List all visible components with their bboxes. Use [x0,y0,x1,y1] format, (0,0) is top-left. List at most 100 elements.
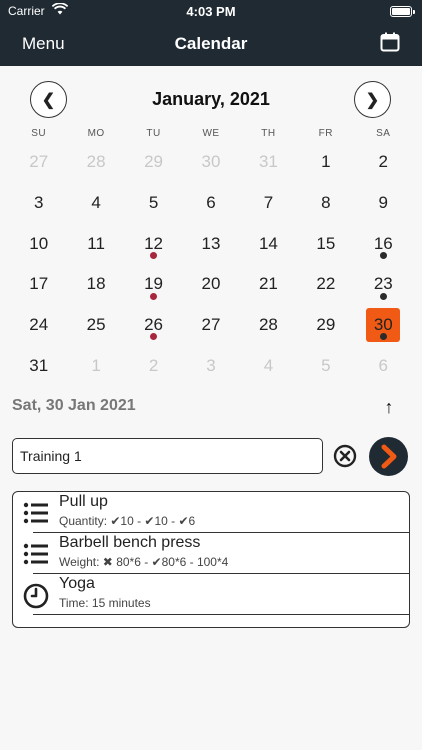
list-icon [23,501,49,525]
exercise-detail: Weight: ✖ 80*6 - ✔80*6 - 100*4 [59,555,229,569]
event-dot [150,292,158,300]
weekday-label: SA [376,128,391,139]
day-number: 26 [144,315,164,335]
day-number: 27 [29,152,49,172]
day-cell[interactable]: 6 [182,183,239,224]
exercise-detail: Time: 15 minutes [59,596,151,610]
day-number: 22 [316,274,336,294]
day-cell[interactable]: 20 [182,264,239,305]
day-number: 5 [148,193,159,213]
day-number: 12 [144,233,164,253]
day-number: 21 [258,274,278,294]
menu-button[interactable]: Menu [22,34,65,54]
day-cell[interactable]: 18 [67,264,124,305]
training-name-field[interactable] [12,438,323,474]
weekday-label: SU [31,128,47,139]
day-number: 16 [373,233,393,253]
calendar-grid: 27 28 29 30 31 1 2 3 4 5 6 7 8 9 10 11 12 13 14 15 16 17 18 19 2… [10,142,412,386]
day-number: 4 [91,193,101,213]
day-cell[interactable]: 13 [182,223,239,264]
row-divider [33,614,409,615]
day-cell[interactable]: 5 [125,183,182,224]
status-bar: Carrier 4:03 PM [0,0,422,22]
day-number: 15 [316,233,336,253]
calendar-icon[interactable] [380,32,400,52]
day-cell[interactable]: 28 [240,305,297,346]
day-cell-selected[interactable]: 30 [355,305,412,346]
day-cell[interactable]: 19 [125,264,182,305]
day-cell[interactable]: 1 [297,142,354,183]
day-cell[interactable]: 3 [10,183,67,224]
day-cell[interactable]: 5 [297,345,354,386]
day-number: 8 [321,193,331,213]
day-number: 10 [29,233,49,253]
day-cell[interactable]: 4 [240,345,297,386]
next-month-button[interactable]: ❯ [354,81,391,118]
day-cell[interactable]: 21 [240,264,297,305]
day-cell[interactable]: 16 [355,223,412,264]
day-cell[interactable]: 7 [240,183,297,224]
day-number: 30 [373,315,393,335]
start-training-button[interactable] [369,437,408,476]
day-number: 3 [33,193,44,213]
day-number: 4 [263,355,274,375]
day-cell[interactable]: 30 [182,142,239,183]
exercise-name: Yoga [59,575,95,592]
day-number: 7 [263,193,274,213]
day-cell[interactable]: 1 [67,345,124,386]
exercise-item[interactable]: Yoga Time: 15 minutes [13,574,409,615]
day-cell[interactable]: 27 [182,305,239,346]
day-cell[interactable]: 29 [125,142,182,183]
exercise-item[interactable]: Pull up Quantity: ✔10 - ✔10 - ✔6 [13,492,409,533]
day-cell[interactable]: 4 [67,183,124,224]
exercise-item[interactable]: Barbell bench press Weight: ✖ 80*6 - ✔80*… [13,533,409,574]
day-cell[interactable]: 14 [240,223,297,264]
collapse-button[interactable]: ↑ [378,396,400,418]
day-cell[interactable]: 26 [125,305,182,346]
arrow-up-icon: ↑ [384,397,394,417]
day-cell[interactable]: 3 [182,345,239,386]
day-cell[interactable]: 25 [67,305,124,346]
day-number: 23 [373,274,393,294]
day-cell[interactable]: 27 [10,142,67,183]
day-cell[interactable]: 24 [10,305,67,346]
day-number: 3 [206,355,216,375]
exercise-detail: Quantity: ✔10 - ✔10 - ✔6 [59,514,196,528]
event-dot [150,252,158,260]
day-number: 5 [321,355,331,375]
event-dot [379,252,387,260]
chevron-right-icon [381,444,397,469]
day-number: 11 [87,233,105,253]
day-cell[interactable]: 8 [297,183,354,224]
exercise-list: Pull up Quantity: ✔10 - ✔10 - ✔6 Barbell b… [12,491,410,628]
clear-button[interactable] [333,444,357,468]
exercise-name: Barbell bench press [59,534,201,551]
day-number: 2 [148,355,159,375]
day-cell[interactable]: 31 [240,142,297,183]
day-number: 1 [91,355,101,375]
weekday-label: MO [87,128,105,139]
day-cell[interactable]: 2 [355,142,412,183]
day-cell[interactable]: 22 [297,264,354,305]
weekday-label: TH [261,128,276,139]
day-cell[interactable]: 9 [355,183,412,224]
day-number: 28 [258,315,278,335]
day-cell[interactable]: 28 [67,142,124,183]
event-dot [150,333,158,341]
day-cell[interactable]: 2 [125,345,182,386]
day-cell[interactable]: 12 [125,223,182,264]
day-cell[interactable]: 23 [355,264,412,305]
day-number: 28 [86,152,106,172]
day-number: 20 [201,274,221,294]
list-icon [23,542,49,566]
day-cell[interactable]: 6 [355,345,412,386]
day-cell[interactable]: 31 [10,345,67,386]
day-cell[interactable]: 17 [10,264,67,305]
day-cell[interactable]: 10 [10,223,67,264]
day-cell[interactable]: 29 [297,305,354,346]
day-number: 6 [206,193,216,213]
day-number: 14 [258,233,278,253]
day-number: 31 [258,152,278,172]
day-cell[interactable]: 11 [67,223,124,264]
day-cell[interactable]: 15 [297,223,354,264]
